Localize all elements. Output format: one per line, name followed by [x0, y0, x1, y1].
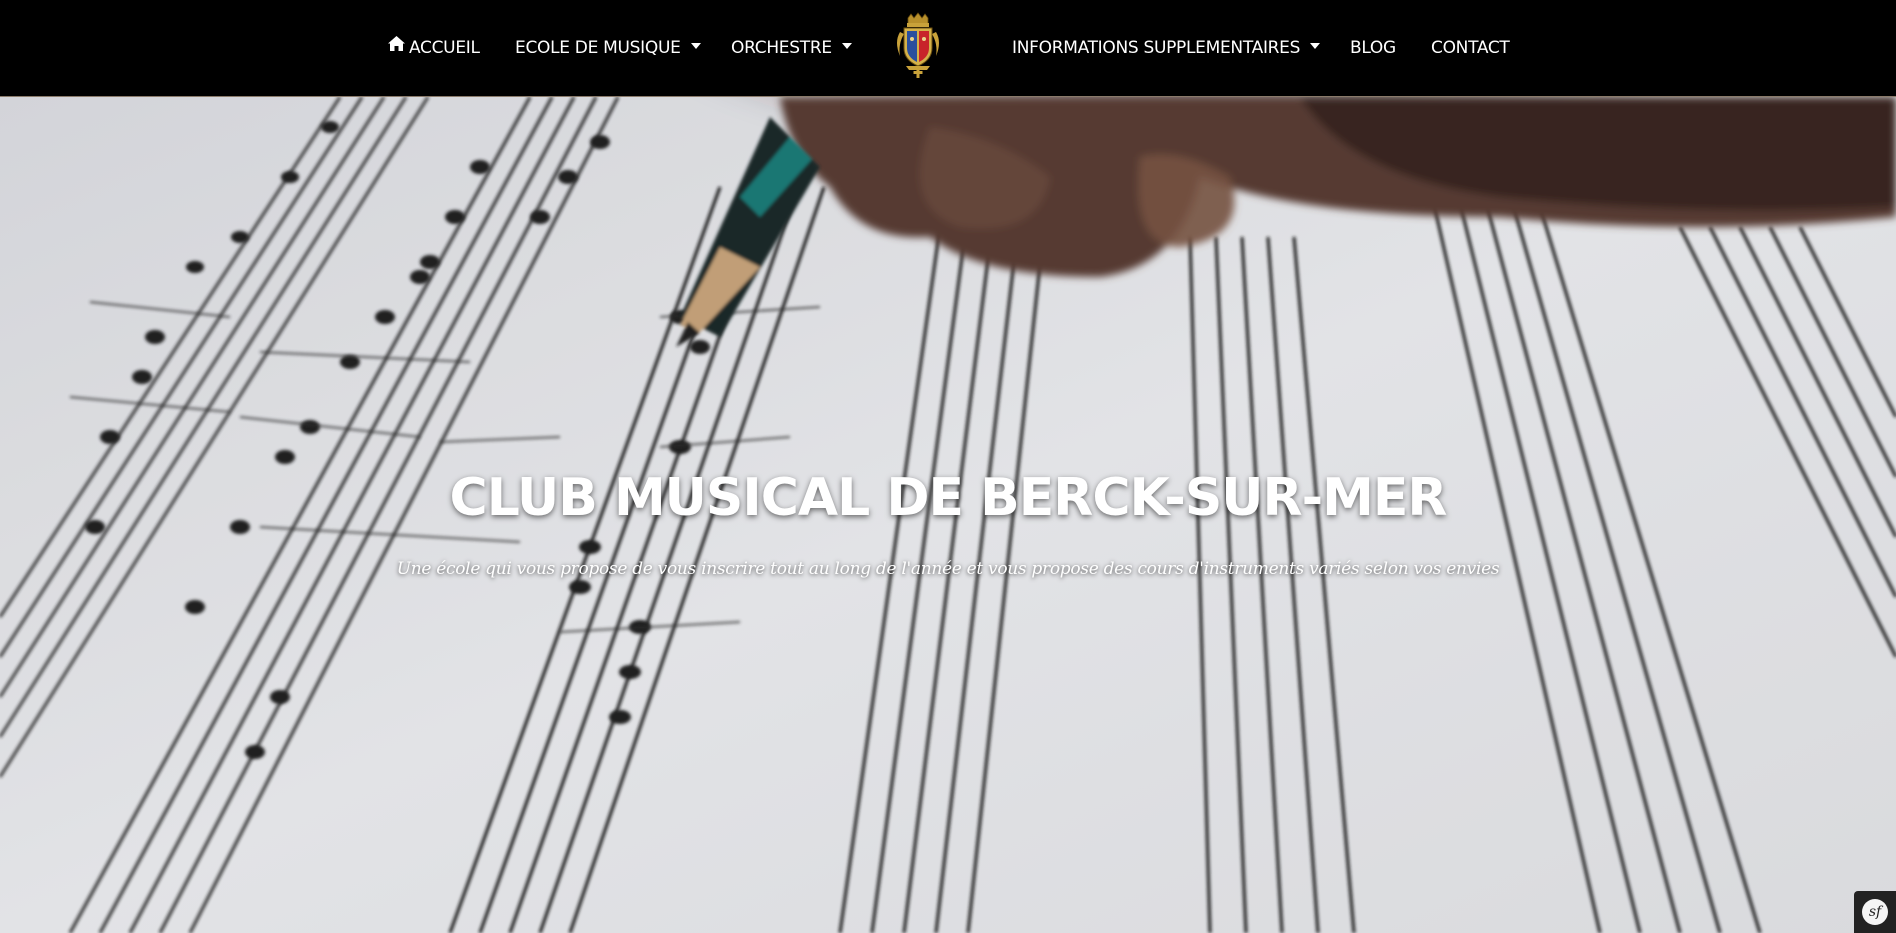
nav-info-label: INFORMATIONS SUPPLEMENTAIRES: [1012, 38, 1301, 58]
nav-blog-link[interactable]: BLOG: [1350, 36, 1396, 60]
nav-blog-label: BLOG: [1350, 38, 1396, 58]
logo-icon: [897, 12, 939, 78]
hero-banner: CLUB MUSICAL DE BERCK-SUR-MER Une école …: [0, 97, 1896, 933]
nav-home-link[interactable]: ACCUEIL: [388, 36, 480, 60]
nav-info-dropdown[interactable]: INFORMATIONS SUPPLEMENTAIRES: [1012, 36, 1321, 60]
nav-contact-label: CONTACT: [1431, 38, 1510, 58]
nav-home-label: ACCUEIL: [409, 38, 480, 58]
caret-down-icon: [841, 43, 852, 49]
caret-down-icon: [1310, 43, 1321, 49]
nav-school-label: ECOLE DE MUSIQUE: [515, 38, 681, 58]
caret-down-icon: [690, 43, 701, 49]
symfony-icon: sf: [1862, 899, 1888, 925]
nav-orchestra-label: ORCHESTRE: [731, 38, 832, 58]
coat-of-arms-logo[interactable]: [892, 12, 944, 78]
home-icon: [388, 34, 405, 58]
page: ACCUEIL ECOLE DE MUSIQUE ORCHESTRE INFOR…: [0, 0, 1896, 933]
hero-title: CLUB MUSICAL DE BERCK-SUR-MER: [449, 468, 1448, 528]
nav-school-dropdown[interactable]: ECOLE DE MUSIQUE: [515, 36, 701, 60]
nav-contact-link[interactable]: CONTACT: [1431, 36, 1510, 60]
hero-subtitle: Une école qui vous propose de vous inscr…: [396, 559, 1500, 579]
nav-orchestra-dropdown[interactable]: ORCHESTRE: [731, 36, 852, 60]
debug-toolbar-toggle[interactable]: sf: [1854, 891, 1896, 933]
navbar: ACCUEIL ECOLE DE MUSIQUE ORCHESTRE INFOR…: [0, 0, 1896, 97]
